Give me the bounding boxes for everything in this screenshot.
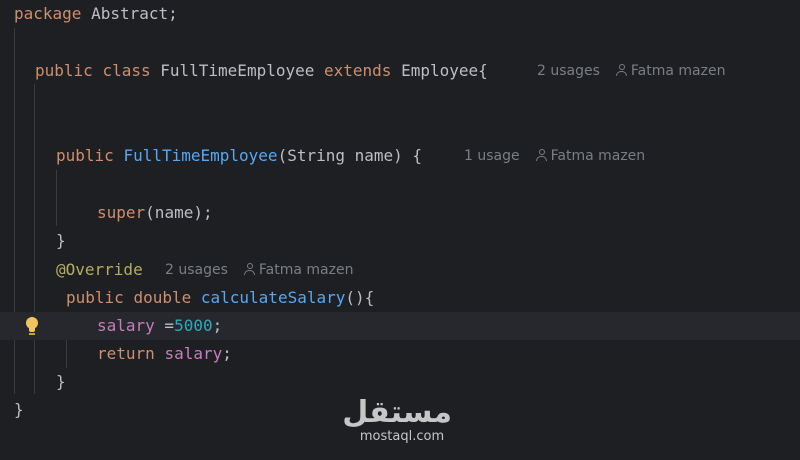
code-line-method-declaration[interactable]: public double calculateSalary(){	[0, 284, 800, 312]
keyword-class: class	[102, 61, 151, 80]
keyword-return: return	[97, 344, 155, 363]
code-line-super-call[interactable]: super(name);	[0, 199, 800, 227]
watermark-site: mostaql.com	[359, 429, 445, 444]
code-line-closing-brace[interactable]: }	[0, 227, 800, 255]
inlay-hint-method[interactable]: 2 usages Fatma mazen	[165, 256, 353, 284]
author-hint[interactable]: Fatma mazen	[551, 148, 646, 164]
method-parens: (){	[345, 288, 375, 307]
keyword-double: double	[133, 288, 192, 307]
salary-field: salary	[97, 316, 155, 335]
method-name: calculateSalary	[200, 288, 346, 307]
usages-hint[interactable]: 2 usages	[165, 262, 228, 278]
user-icon	[535, 149, 547, 161]
keyword-super: super	[97, 203, 146, 222]
author-hint[interactable]: Fatma mazen	[631, 63, 726, 79]
code-line-class-declaration[interactable]: public class FullTimeEmployee extends Em…	[0, 57, 800, 85]
keyword-package: package	[14, 4, 82, 23]
keyword-public: public	[35, 61, 93, 80]
code-line-assignment[interactable]: salary =5000;	[0, 312, 800, 340]
salary-field: salary	[164, 344, 223, 363]
closing-brace: }	[56, 372, 66, 391]
code-line-constructor[interactable]: public FullTimeEmployee(String name) { 1…	[0, 142, 800, 170]
semicolon: ;	[212, 316, 223, 335]
user-icon	[243, 263, 255, 275]
class-name: FullTimeEmployee	[150, 61, 324, 80]
keyword-public: public	[66, 288, 124, 307]
closing-brace: }	[56, 231, 66, 250]
parent-class: Employee{	[391, 61, 488, 80]
keyword-extends: extends	[324, 61, 392, 80]
semicolon: ;	[222, 344, 232, 363]
package-name: Abstract;	[81, 4, 178, 23]
inlay-hint-class[interactable]: 2 usages Fatma mazen	[537, 57, 725, 85]
usages-hint[interactable]: 2 usages	[537, 63, 600, 79]
assign-operator: =	[154, 316, 175, 335]
override-annotation: @Override	[56, 260, 143, 279]
constructor-params: (String name) {	[277, 146, 423, 165]
lightbulb-icon[interactable]	[24, 316, 40, 336]
keyword-public: public	[56, 146, 114, 165]
code-editor[interactable]: package Abstract; public class FullTimeE…	[0, 0, 800, 460]
super-args: (name);	[145, 203, 213, 222]
code-line-return[interactable]: return salary;	[0, 340, 800, 368]
closing-brace: }	[14, 400, 24, 419]
user-icon	[615, 64, 627, 76]
watermark-logo: مستقل mostaql.com	[342, 395, 452, 444]
code-line-package[interactable]: package Abstract;	[0, 0, 800, 28]
code-line-closing-brace[interactable]: }	[0, 368, 800, 396]
author-hint[interactable]: Fatma mazen	[259, 262, 354, 278]
number-literal: 5000	[174, 316, 213, 335]
usages-hint[interactable]: 1 usage	[464, 148, 520, 164]
constructor-name: FullTimeEmployee	[123, 146, 278, 165]
code-line-annotation[interactable]: @Override 2 usages Fatma mazen	[0, 256, 800, 284]
watermark-brand: مستقل	[342, 395, 452, 430]
inlay-hint-constructor[interactable]: 1 usage Fatma mazen	[464, 142, 645, 170]
